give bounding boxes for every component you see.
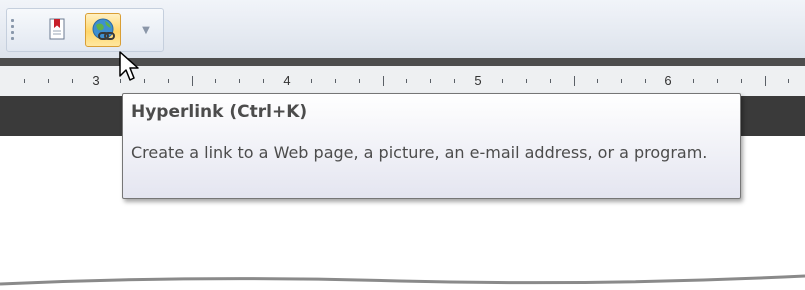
hyperlink-tooltip: Hyperlink (Ctrl+K) Create a link to a We…: [122, 93, 741, 199]
ruler-number: 3: [92, 73, 100, 88]
hyperlink-icon: [92, 18, 115, 40]
ruler-tick: [383, 76, 384, 86]
hyperlink-button[interactable]: [85, 13, 121, 47]
ruler-tick: [168, 79, 169, 83]
ruler-tick: [311, 79, 312, 83]
ruler-number: 5: [474, 73, 482, 88]
ruler-tick: [788, 79, 789, 83]
tooltip-description: Create a link to a Web page, a picture, …: [131, 143, 708, 162]
ruler-tick: [550, 79, 551, 83]
ruler-tick: [526, 79, 527, 83]
tooltip-title: Hyperlink (Ctrl+K): [131, 102, 308, 122]
ruler-tick: [765, 76, 766, 86]
ruler-tick: [693, 79, 694, 83]
ruler-tick: [24, 79, 25, 83]
customize-toolbar-dropdown[interactable]: ▼: [137, 21, 155, 41]
ruler-tick: [502, 79, 503, 83]
ruler-tick: [741, 79, 742, 83]
ruler-tick: [574, 76, 575, 86]
page-edge-curve: [0, 274, 805, 290]
ruler-tick: [454, 79, 455, 83]
bookmark-button[interactable]: [39, 13, 75, 47]
ruler-number: 6: [664, 73, 672, 88]
mouse-pointer-icon: [119, 51, 139, 81]
ruler-tick: [215, 79, 216, 83]
ruler-tick: [144, 79, 145, 83]
ruler-tick: [406, 79, 407, 83]
ruler-tick: [621, 79, 622, 83]
quick-access-toolbar: ▼: [6, 8, 164, 52]
ruler-tick: [359, 79, 360, 83]
ruler-tick: [48, 79, 49, 83]
ruler-number: 4: [283, 73, 291, 88]
ruler-tick: [192, 76, 193, 86]
ruler-tick: [72, 79, 73, 83]
chevron-down-icon: ▼: [142, 25, 150, 36]
toolbar-grip[interactable]: [11, 19, 15, 43]
ruler-tick: [645, 79, 646, 83]
ruler-tick: [597, 79, 598, 83]
bookmark-icon: [49, 18, 65, 40]
ruler-tick: [239, 79, 240, 83]
ruler-tick: [263, 79, 264, 83]
ruler-tick: [335, 79, 336, 83]
ruler-tick: [430, 79, 431, 83]
ruler-tick: [717, 79, 718, 83]
